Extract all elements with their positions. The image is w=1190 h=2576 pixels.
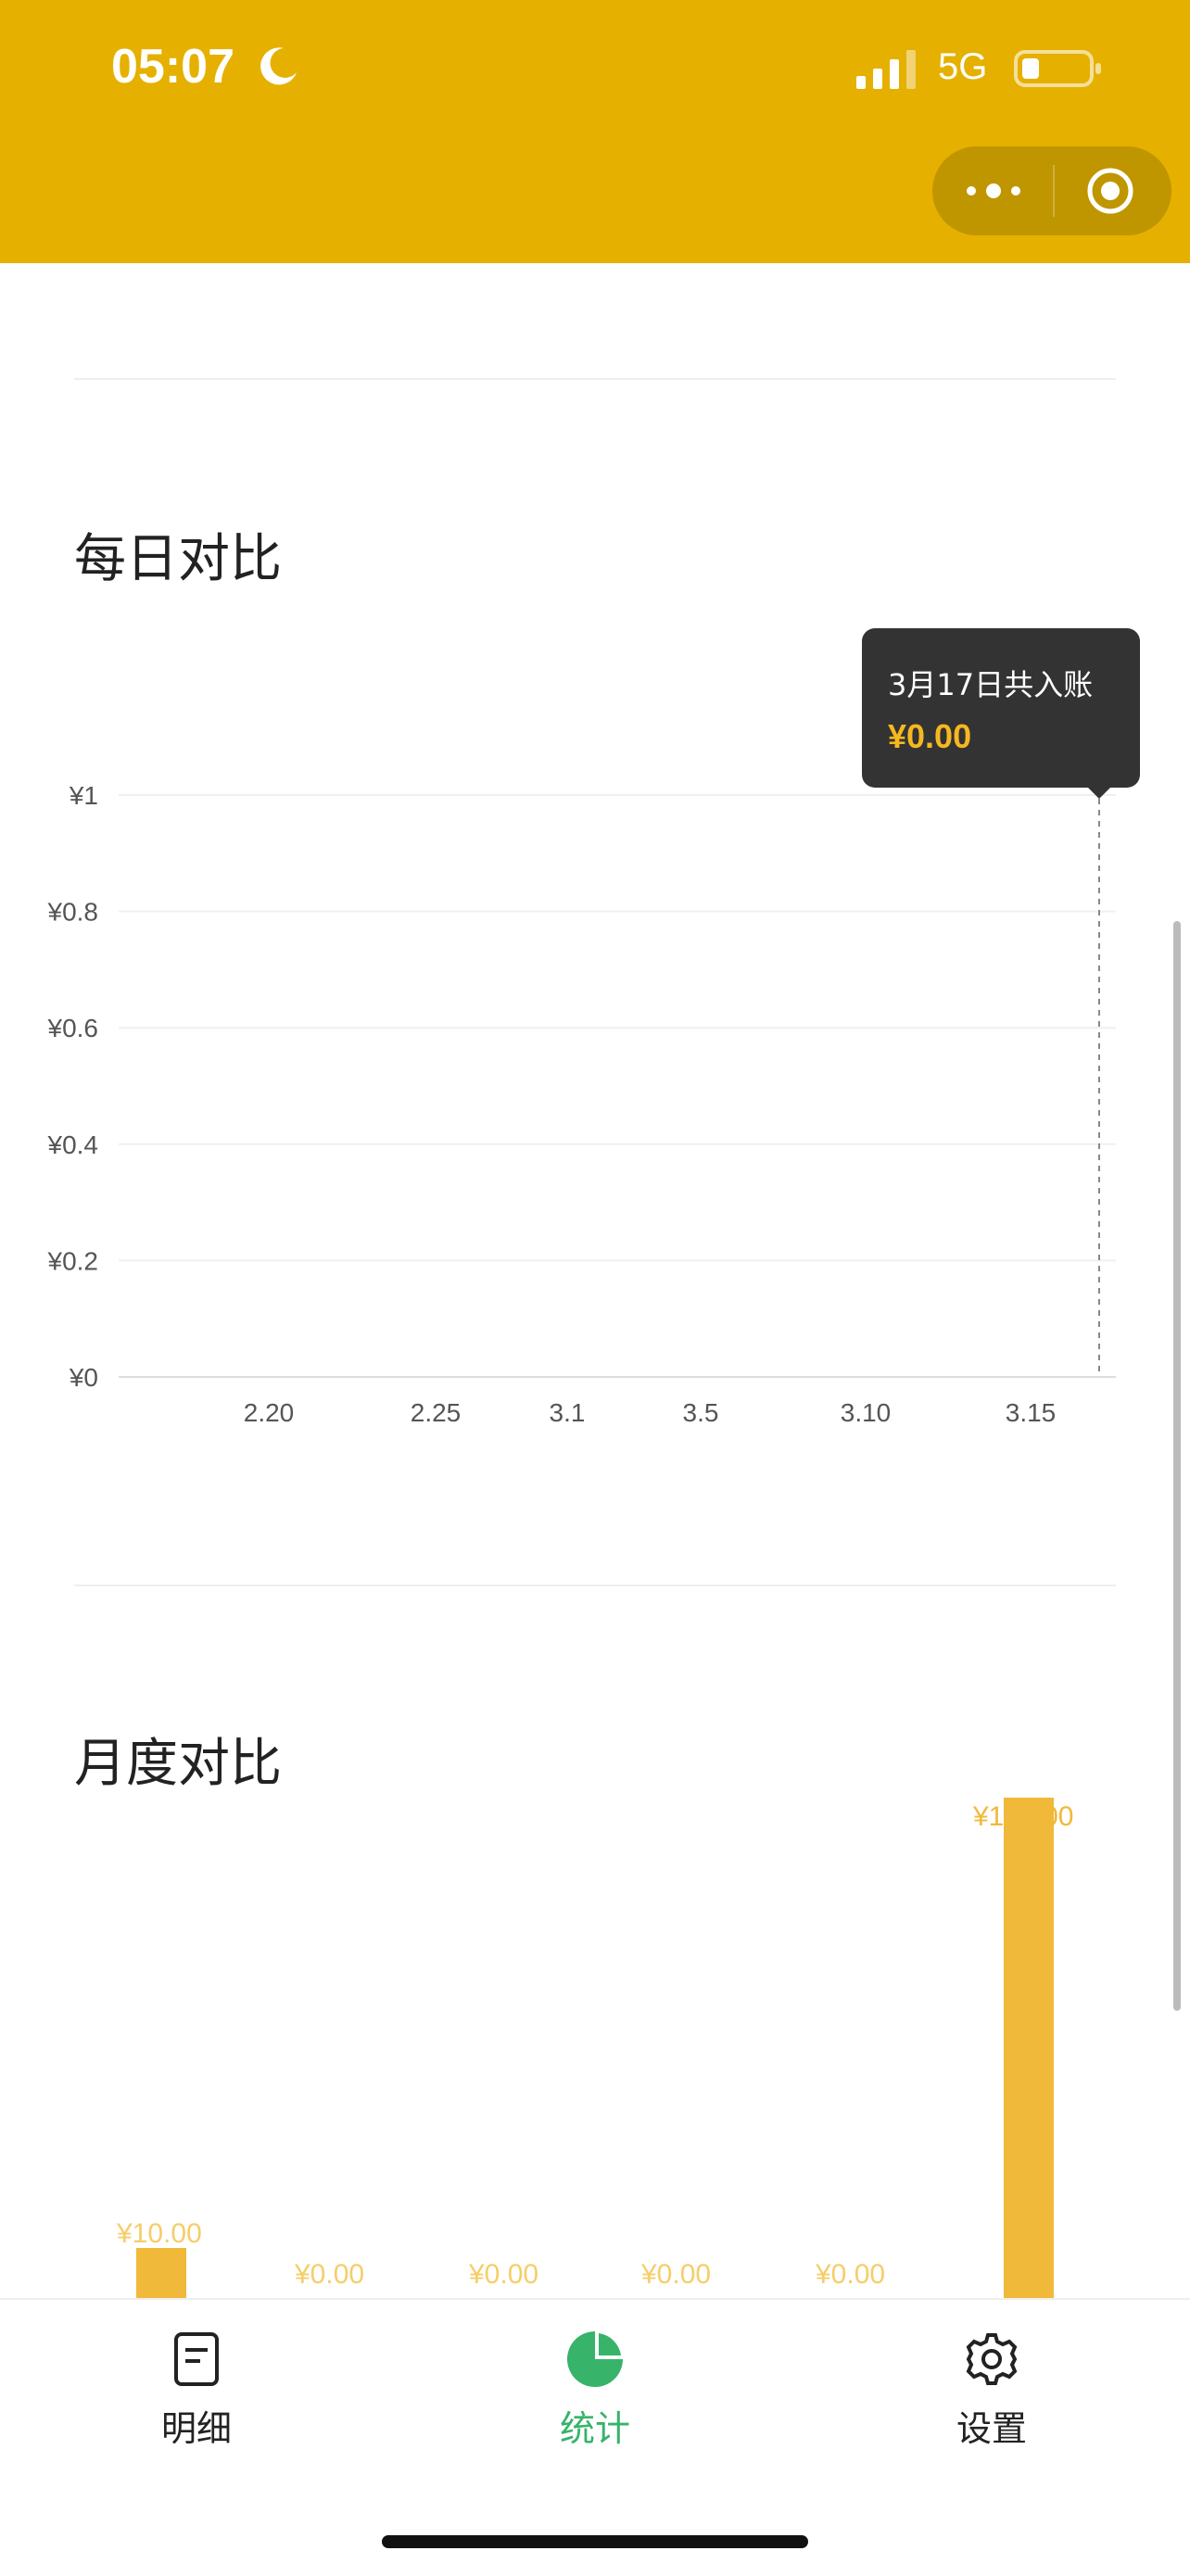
y-tick-label: ¥0.6 [47,1014,99,1042]
tab-settings[interactable]: 设置 [899,2331,1084,2451]
x-tick-label: 3.1 [550,1398,586,1427]
bar-value-label: ¥0.00 [469,2259,539,2290]
month-bar[interactable] [136,2248,186,2298]
pie-chart-icon [567,2331,623,2387]
chart-tooltip: 3月17日共入账 ¥0.00 [862,628,1140,788]
x-tick-label: 3.10 [841,1398,892,1427]
moon-icon [260,47,297,85]
y-tick-label: ¥0 [69,1363,98,1392]
bar-value-label: ¥10.00 [117,2218,202,2249]
x-tick-label: 2.25 [411,1398,462,1427]
bar-value-label: ¥100.00 [973,1801,1074,1832]
tooltip-date: 3月17日共入账 [888,667,1094,702]
more-icon[interactable] [962,172,1025,209]
status-time: 05:07 [111,40,234,94]
section-divider-middle [74,1585,1116,1586]
battery-icon [1014,50,1101,87]
tab-label: 统计 [559,2408,630,2449]
scrollbar[interactable] [1173,921,1181,2011]
bar-value-label: ¥0.00 [295,2259,365,2290]
y-tick-label: ¥0.2 [47,1246,99,1275]
tab-statistics[interactable]: 统计 [502,2331,688,2451]
x-tick-label: 3.15 [1006,1398,1057,1427]
document-icon [174,2332,219,2386]
bottom-tab-bar: 明细 统计 设置 [0,2298,1190,2576]
bar-value-label: ¥0.00 [816,2259,886,2290]
signal-icon [856,50,916,89]
home-indicator [382,2535,808,2548]
monthly-bar-chart[interactable] [0,1761,1190,2298]
x-tick-label: 2.20 [244,1398,295,1427]
tooltip-amount: ¥0.00 [888,717,972,755]
capsule-divider [1053,165,1055,217]
bar-value-label: ¥0.00 [641,2259,712,2290]
tab-label: 明细 [160,2408,232,2449]
y-tick-label: ¥0.4 [47,1130,99,1159]
tooltip-arrow [1086,786,1112,799]
close-target-icon[interactable] [1082,163,1138,219]
network-type: 5G [938,46,988,87]
tab-detail[interactable]: 明细 [104,2331,289,2451]
section-divider-top [74,378,1116,380]
month-bar[interactable] [1004,1798,1054,2298]
tab-label: 设置 [956,2408,1027,2449]
top-header: 05:07 5G [0,0,1190,263]
y-tick-label: ¥1 [69,781,98,810]
x-tick-label: 3.5 [683,1398,719,1427]
gear-icon [966,2333,1018,2385]
y-tick-label: ¥0.8 [47,898,99,927]
